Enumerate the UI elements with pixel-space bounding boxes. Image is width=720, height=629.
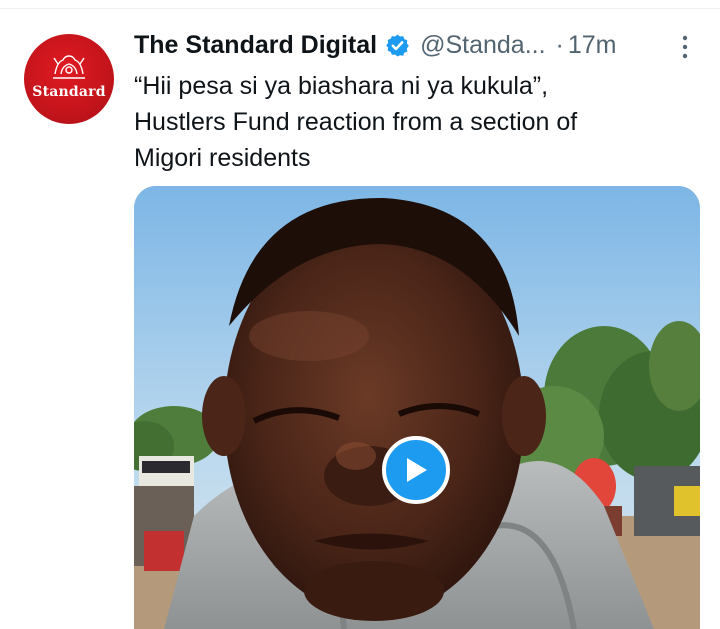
video-thumbnail[interactable] <box>134 186 700 629</box>
tweet-header: The Standard Digital @Standa... · 17m <box>134 28 617 62</box>
divider <box>0 8 720 9</box>
crest-icon <box>53 55 85 79</box>
tweet[interactable]: Standard The Standard Digital @Standa...… <box>0 0 720 629</box>
play-button[interactable] <box>382 436 450 504</box>
more-options-icon[interactable] <box>680 34 690 60</box>
separator-dot: · <box>555 30 564 59</box>
display-name[interactable]: The Standard Digital <box>134 31 377 60</box>
avatar-logo-text: Standard <box>32 84 106 100</box>
tweet-text: “Hii pesa si ya biashara ni ya kukula”, … <box>134 68 694 176</box>
avatar[interactable]: Standard <box>24 34 114 124</box>
tweet-text-line: Hustlers Fund reaction from a section of <box>134 108 578 136</box>
handle[interactable]: @Standa... <box>420 31 545 60</box>
timestamp[interactable]: 17m <box>568 31 617 60</box>
verified-badge-icon <box>386 34 409 56</box>
video-frame-image <box>134 186 700 629</box>
tweet-text-line: Migori residents <box>134 144 311 172</box>
play-icon <box>407 458 427 482</box>
tweet-text-line: “Hii pesa si ya biashara ni ya kukula”, <box>134 72 549 100</box>
